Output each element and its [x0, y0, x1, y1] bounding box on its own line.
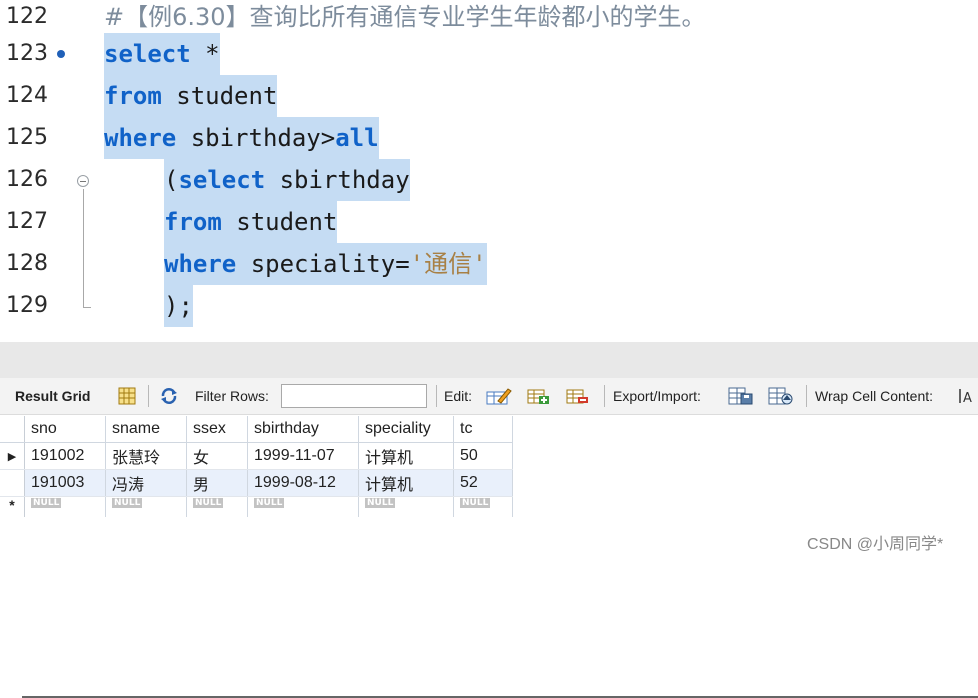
code-line[interactable]: 126 (select sbirthday: [0, 159, 978, 201]
table-row[interactable]: 191003 冯涛男 1999-08-12 计算机 52: [0, 469, 513, 497]
column-header-sname[interactable]: sname: [105, 416, 187, 443]
row-header-corner: [0, 416, 25, 443]
column-header-tc[interactable]: tc: [453, 416, 513, 443]
code-text: from student: [164, 201, 338, 243]
table-cell[interactable]: 冯涛: [105, 469, 187, 497]
table-cell[interactable]: 191003: [24, 469, 106, 497]
sql-token: sbirthday>: [176, 124, 336, 152]
column-header-sno[interactable]: sno: [24, 416, 106, 443]
null-badge: NULL: [365, 498, 396, 508]
null-badge: NULL: [31, 498, 62, 508]
code-line[interactable]: 124 from student: [0, 75, 978, 117]
result-grid-tab[interactable]: Result Grid: [15, 378, 90, 414]
row-header[interactable]: [0, 469, 25, 497]
result-grid: sno sname ssex sbirthday speciality tc ▶ 19100…: [0, 416, 513, 517]
sql-editor[interactable]: 122 #【例6.30】查询比所有通信专业学生年龄都小的学生。 123 select …: [0, 0, 978, 342]
code-line[interactable]: 123 select *: [0, 33, 978, 75]
edit-label: Edit:: [444, 388, 473, 404]
sql-token: (: [164, 166, 179, 194]
null-cell[interactable]: NULL: [105, 496, 187, 517]
table-cell[interactable]: 191002: [24, 442, 106, 470]
table-row[interactable]: ▶ 191002 张慧玲女 1999-11-07 计算机 50: [0, 442, 513, 470]
edit-pencil-icon[interactable]: [486, 387, 512, 405]
wrap-cell-content-label: Wrap Cell Content:: [815, 388, 934, 404]
export-import-label: Export/Import:: [613, 388, 701, 404]
null-cell[interactable]: NULL: [453, 496, 513, 517]
sql-keyword: where: [104, 124, 177, 152]
table-cell[interactable]: 52: [453, 469, 513, 497]
code-text: from student: [104, 75, 278, 117]
watermark: CSDN @小周同学*: [807, 536, 944, 553]
result-toolbar: Result Grid Filter Rows: Edit: Export/Im…: [0, 378, 978, 415]
table-cell[interactable]: 1999-08-12: [247, 469, 359, 497]
column-header-speciality[interactable]: speciality: [358, 416, 454, 443]
null-badge: NULL: [254, 498, 285, 508]
current-row-arrow-icon[interactable]: ▶: [0, 442, 25, 470]
line-number: 125: [6, 125, 48, 150]
grid-header-row: sno sname ssex sbirthday speciality tc: [0, 416, 513, 443]
export-icon[interactable]: [728, 387, 754, 405]
null-badge: NULL: [112, 498, 143, 508]
line-number: 129: [6, 293, 48, 318]
column-header-ssex[interactable]: ssex: [186, 416, 248, 443]
filter-rows-label: Filter Rows:: [195, 388, 269, 404]
add-row-icon[interactable]: [527, 387, 551, 405]
line-number: 127: [6, 209, 48, 234]
line-number: 124: [6, 83, 48, 108]
code-line[interactable]: 128 where speciality='通信': [0, 243, 978, 285]
new-row-marker: *: [0, 496, 25, 517]
table-cell[interactable]: 计算机: [358, 469, 454, 497]
line-number: 123: [6, 41, 48, 66]
sql-string: '通信': [409, 250, 487, 278]
sql-keyword: all: [335, 124, 379, 152]
code-text: select *: [104, 33, 220, 75]
code-text: where speciality='通信': [164, 243, 487, 285]
sql-keyword: where: [164, 250, 237, 278]
null-cell[interactable]: NULL: [24, 496, 106, 517]
code-text: );: [164, 285, 193, 327]
line-number: 128: [6, 251, 48, 276]
sql-keyword: select: [178, 166, 266, 194]
new-row[interactable]: * NULL NULL NULL NULL NULL NULL: [0, 496, 513, 517]
table-cell[interactable]: 计算机: [358, 442, 454, 470]
table-cell[interactable]: 女: [186, 442, 248, 470]
code-text: where sbirthday>all: [104, 117, 379, 159]
sql-token: student: [221, 208, 338, 236]
null-badge: NULL: [460, 498, 491, 508]
sql-token: *: [190, 40, 220, 68]
refresh-icon[interactable]: [160, 387, 178, 405]
code-text: (select sbirthday: [164, 159, 410, 201]
sql-keyword: from: [164, 208, 222, 236]
code-line[interactable]: 129);: [0, 285, 978, 327]
table-cell[interactable]: 50: [453, 442, 513, 470]
null-cell[interactable]: NULL: [186, 496, 248, 517]
statement-marker-icon: [57, 50, 65, 58]
column-header-sbirthday[interactable]: sbirthday: [247, 416, 359, 443]
sql-token: sbirthday: [265, 166, 410, 194]
sql-keyword: from: [104, 82, 162, 110]
filter-rows-input[interactable]: [281, 384, 427, 408]
sql-token: speciality=: [236, 250, 410, 278]
null-badge: NULL: [193, 498, 224, 508]
svg-text:A: A: [963, 391, 972, 405]
code-line[interactable]: 125 where sbirthday>all: [0, 117, 978, 159]
import-icon[interactable]: [768, 387, 794, 405]
null-cell[interactable]: NULL: [247, 496, 359, 517]
panel-splitter[interactable]: [0, 342, 978, 698]
table-cell[interactable]: 张慧玲: [105, 442, 187, 470]
wrap-text-icon[interactable]: A: [958, 387, 976, 405]
sql-token: );: [164, 292, 193, 320]
sql-keyword: select: [104, 40, 191, 68]
grid-layout-icon[interactable]: [118, 387, 136, 405]
table-cell[interactable]: 男: [186, 469, 248, 497]
code-line[interactable]: 127 from student: [0, 201, 978, 243]
sql-token: student: [161, 82, 278, 110]
delete-row-icon[interactable]: [566, 387, 590, 405]
null-cell[interactable]: NULL: [358, 496, 454, 517]
table-cell[interactable]: 1999-11-07: [247, 442, 359, 470]
line-number: 126: [6, 167, 48, 192]
sql-comment: #【例6.30】查询比所有通信专业学生年龄都小的学生。: [104, 3, 706, 31]
